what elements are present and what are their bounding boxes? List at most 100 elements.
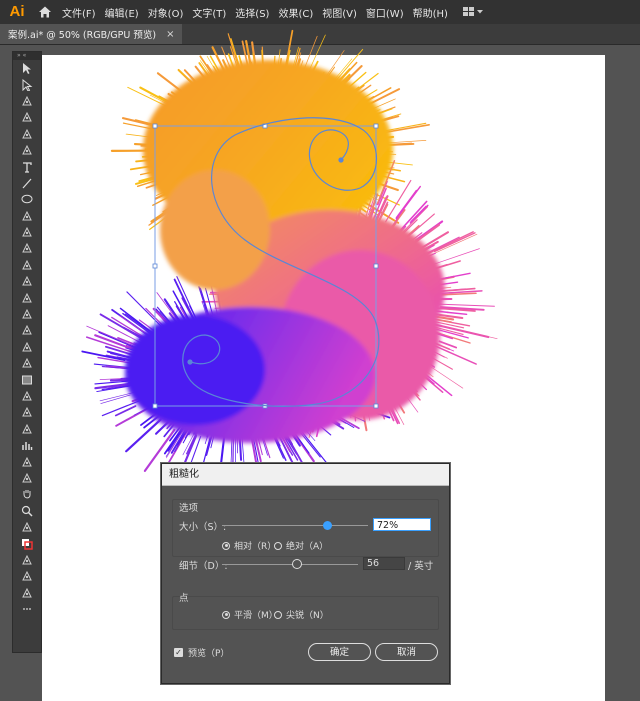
zoom-tool[interactable] (13, 503, 41, 519)
smooth-radio-label: 平滑（M） (234, 611, 278, 621)
shape-builder-icon (22, 325, 32, 335)
menu-select[interactable]: 选择(S) (235, 5, 269, 20)
artboard-icon (22, 456, 32, 467)
detail-label: 细节（D）: (179, 561, 228, 572)
paintbrush-tool[interactable] (13, 208, 41, 224)
cancel-button[interactable]: 取消 (375, 643, 438, 661)
editbar-icon (23, 608, 31, 610)
menu-type[interactable]: 文字(T) (192, 5, 226, 20)
magic-wand-tool[interactable] (13, 93, 41, 109)
chevron-down-icon (476, 10, 483, 14)
absolute-radio-dot (274, 541, 282, 550)
magic-wand-icon (22, 95, 32, 106)
size-label: 大小（S）: (179, 522, 227, 533)
relative-radio[interactable]: 相对（R） (222, 539, 276, 552)
fill-stroke-swatch[interactable] (13, 535, 41, 551)
smooth-radio-dot (222, 610, 230, 619)
preview-label: 预览（P） (188, 649, 230, 659)
slice-tool[interactable] (13, 470, 41, 486)
gradient-tool[interactable] (13, 371, 41, 387)
detail-slider-track[interactable] (222, 564, 358, 565)
menu-help[interactable]: 帮助(H) (413, 5, 448, 20)
toolbar-collapse-handle[interactable]: » « (13, 52, 41, 60)
mesh-icon (22, 358, 32, 368)
artboard-tool[interactable] (13, 453, 41, 469)
fill-stroke-default[interactable] (13, 519, 41, 535)
scale-tool[interactable] (13, 273, 41, 289)
dialog-title: 粗糙化 (162, 464, 449, 486)
detail-input[interactable]: 56 (363, 557, 405, 570)
type-tool[interactable] (13, 158, 41, 174)
blob-brush-tool[interactable] (13, 224, 41, 240)
blob-brush-icon (22, 226, 32, 237)
document-tab-bar: 案例.ai* @ 50% (RGB/GPU 预览) × (0, 24, 640, 45)
pen-tool[interactable] (13, 126, 41, 142)
zoom-icon (21, 505, 33, 517)
ellipse-tool[interactable] (13, 191, 41, 207)
shape-builder-tool[interactable] (13, 322, 41, 338)
size-slider-track[interactable] (222, 525, 368, 526)
relative-radio-dot (222, 541, 230, 550)
corner-radio-label: 尖锐（N） (286, 611, 329, 621)
paintbrush-icon (22, 210, 32, 221)
edit-toolbar[interactable] (13, 601, 41, 617)
menu-file[interactable]: 文件(F) (62, 5, 96, 20)
tools-panel: » « (12, 51, 42, 653)
menu-edit[interactable]: 编辑(E) (105, 5, 139, 20)
curvature-icon (22, 145, 32, 155)
slice-icon (22, 472, 32, 483)
app-logo: Ai (9, 3, 25, 20)
hand-tool[interactable] (13, 486, 41, 502)
fill-stroke-default-icon (22, 522, 32, 532)
options-group-label: 选项 (179, 503, 199, 514)
blend-tool[interactable] (13, 404, 41, 420)
rotate-icon (22, 259, 32, 270)
menu-view[interactable]: 视图(V) (322, 5, 357, 20)
gradient-icon (22, 375, 32, 385)
draw-mode-icon (22, 571, 32, 581)
lasso-tool[interactable] (13, 109, 41, 125)
menu-object[interactable]: 对象(O) (148, 5, 184, 20)
detail-slider-handle[interactable] (292, 559, 302, 569)
preview-checkbox[interactable]: ✓ 预览（P） (174, 646, 229, 659)
selection-tool[interactable] (13, 60, 41, 76)
eyedropper-icon (22, 390, 32, 401)
perspective-grid-icon (22, 341, 32, 352)
line-tool[interactable] (13, 175, 41, 191)
smooth-radio[interactable]: 平滑（M） (222, 608, 278, 621)
change-screen-mode[interactable] (13, 585, 41, 601)
mesh-tool[interactable] (13, 355, 41, 371)
rotate-tool[interactable] (13, 257, 41, 273)
arrange-documents-button[interactable] (462, 7, 483, 17)
menu-effect[interactable]: 效果(C) (278, 5, 313, 20)
menu-bar: Ai 文件(F) 编辑(E) 对象(O) 文字(T) 选择(S) 效果(C) 视… (0, 0, 640, 24)
free-transform-tool[interactable] (13, 306, 41, 322)
column-graph-tool[interactable] (13, 437, 41, 453)
color-mode-icon (22, 554, 32, 565)
draw-mode[interactable] (13, 568, 41, 584)
warp-icon (22, 292, 32, 303)
type-icon (23, 161, 32, 173)
direct-selection-tool[interactable] (13, 76, 41, 92)
symbol-sprayer-tool[interactable] (13, 421, 41, 437)
absolute-radio[interactable]: 绝对（A） (274, 539, 328, 552)
warp-tool[interactable] (13, 289, 41, 305)
home-icon[interactable] (38, 5, 52, 19)
corner-radio[interactable]: 尖锐（N） (274, 608, 329, 621)
menu-window[interactable]: 窗口(W) (366, 5, 404, 20)
scale-icon (22, 276, 32, 286)
eraser-icon (22, 243, 32, 253)
eyedropper-tool[interactable] (13, 388, 41, 404)
perspective-grid-tool[interactable] (13, 339, 41, 355)
document-tab[interactable]: 案例.ai* @ 50% (RGB/GPU 预览) × (0, 24, 183, 44)
curvature-tool[interactable] (13, 142, 41, 158)
symbol-sprayer-icon (22, 423, 32, 434)
column-graph-icon (22, 442, 33, 451)
grid-layout-icon (462, 7, 474, 16)
color-mode[interactable] (13, 552, 41, 568)
size-input[interactable]: 72% (373, 518, 431, 531)
close-icon[interactable]: × (166, 29, 174, 40)
eraser-tool[interactable] (13, 240, 41, 256)
ok-button[interactable]: 确定 (308, 643, 371, 661)
points-group-label: 点 (179, 593, 189, 604)
